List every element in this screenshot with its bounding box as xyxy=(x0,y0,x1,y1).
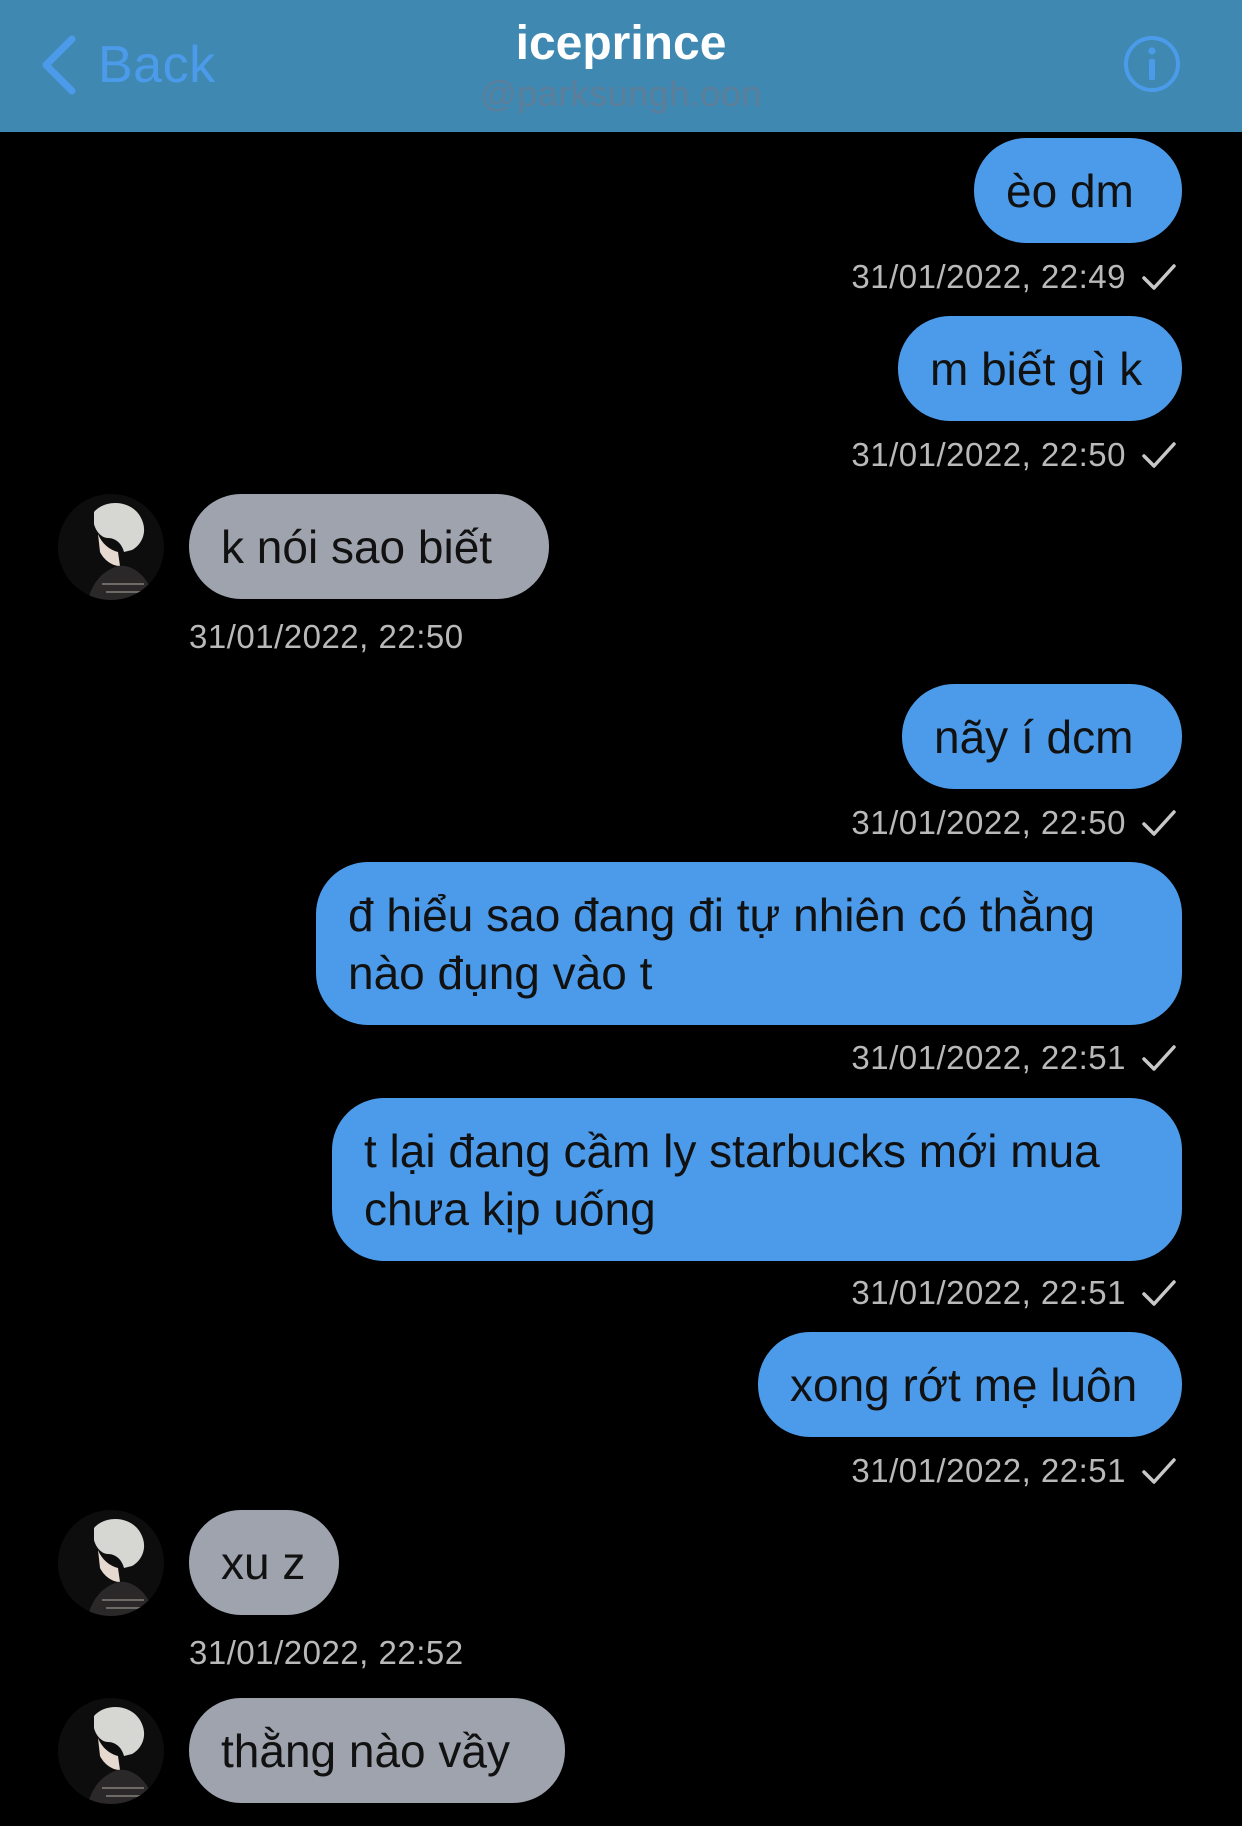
message-timestamp: 31/01/2022, 22:52 xyxy=(189,1634,464,1672)
read-check-icon xyxy=(1142,1458,1176,1484)
incoming-message-bubble[interactable]: xu z xyxy=(189,1510,339,1615)
timestamp-text: 31/01/2022, 22:51 xyxy=(851,1452,1126,1489)
contact-avatar[interactable] xyxy=(58,494,164,600)
conversation-title-block: iceprince @parksungh.oon xyxy=(0,17,1242,116)
message-text: t lại đang cầm ly starbucks mới mua chưa… xyxy=(364,1125,1100,1235)
read-check-icon xyxy=(1142,442,1176,468)
message-timestamp: 31/01/2022, 22:50 xyxy=(189,618,464,656)
read-check-icon xyxy=(1142,1280,1176,1306)
contact-username: @parksungh.oon xyxy=(480,72,762,114)
contact-avatar[interactable] xyxy=(58,1698,164,1804)
outgoing-message-bubble[interactable]: đ hiểu sao đang đi tự nhiên có thằng nào… xyxy=(316,862,1182,1025)
message-text: thằng nào vầy xyxy=(221,1725,511,1777)
outgoing-message-bubble[interactable]: nãy í dcm xyxy=(902,684,1182,789)
message-timestamp: 31/01/2022, 22:51 xyxy=(851,1039,1178,1077)
incoming-message-bubble[interactable]: thằng nào vầy xyxy=(189,1698,565,1803)
message-text: xu z xyxy=(221,1537,306,1589)
message-timestamp: 31/01/2022, 22:51 xyxy=(851,1274,1178,1312)
timestamp-text: 31/01/2022, 22:49 xyxy=(851,258,1126,295)
message-text: m biết gì k xyxy=(930,343,1143,395)
info-icon[interactable] xyxy=(1122,34,1182,94)
timestamp-text: 31/01/2022, 22:50 xyxy=(189,618,464,655)
read-check-icon xyxy=(1142,810,1176,836)
avatar-image xyxy=(58,1510,164,1616)
message-text: èo dm xyxy=(1006,165,1134,217)
read-check-icon xyxy=(1142,264,1176,290)
timestamp-text: 31/01/2022, 22:50 xyxy=(851,436,1126,473)
timestamp-text: 31/01/2022, 22:51 xyxy=(851,1039,1126,1076)
message-timestamp: 31/01/2022, 22:51 xyxy=(851,1452,1178,1490)
contact-avatar[interactable] xyxy=(58,1510,164,1616)
message-timestamp: 31/01/2022, 22:49 xyxy=(851,258,1178,296)
message-text: k nói sao biết xyxy=(221,521,493,573)
read-check-icon xyxy=(1142,1045,1176,1071)
message-text: nãy í dcm xyxy=(934,711,1134,763)
outgoing-message-bubble[interactable]: m biết gì k xyxy=(898,316,1182,421)
timestamp-text: 31/01/2022, 22:51 xyxy=(851,1274,1126,1311)
contact-name: iceprince xyxy=(515,17,727,70)
message-text: xong rớt mẹ luôn xyxy=(790,1359,1138,1411)
timestamp-text: 31/01/2022, 22:52 xyxy=(189,1634,464,1671)
avatar-image xyxy=(58,494,164,600)
outgoing-message-bubble[interactable]: èo dm xyxy=(974,138,1182,243)
message-list[interactable]: èo dm 31/01/2022, 22:49 m biết gì k 31/0… xyxy=(0,132,1242,1826)
incoming-message-bubble[interactable]: k nói sao biết xyxy=(189,494,549,599)
message-timestamp: 31/01/2022, 22:50 xyxy=(851,436,1178,474)
chat-header: Back iceprince @parksungh.oon xyxy=(0,0,1242,132)
avatar-image xyxy=(58,1698,164,1804)
message-text: đ hiểu sao đang đi tự nhiên có thằng nào… xyxy=(348,889,1095,999)
timestamp-text: 31/01/2022, 22:50 xyxy=(851,804,1126,841)
outgoing-message-bubble[interactable]: xong rớt mẹ luôn xyxy=(758,1332,1182,1437)
message-timestamp: 31/01/2022, 22:50 xyxy=(851,804,1178,842)
outgoing-message-bubble[interactable]: t lại đang cầm ly starbucks mới mua chưa… xyxy=(332,1098,1182,1261)
